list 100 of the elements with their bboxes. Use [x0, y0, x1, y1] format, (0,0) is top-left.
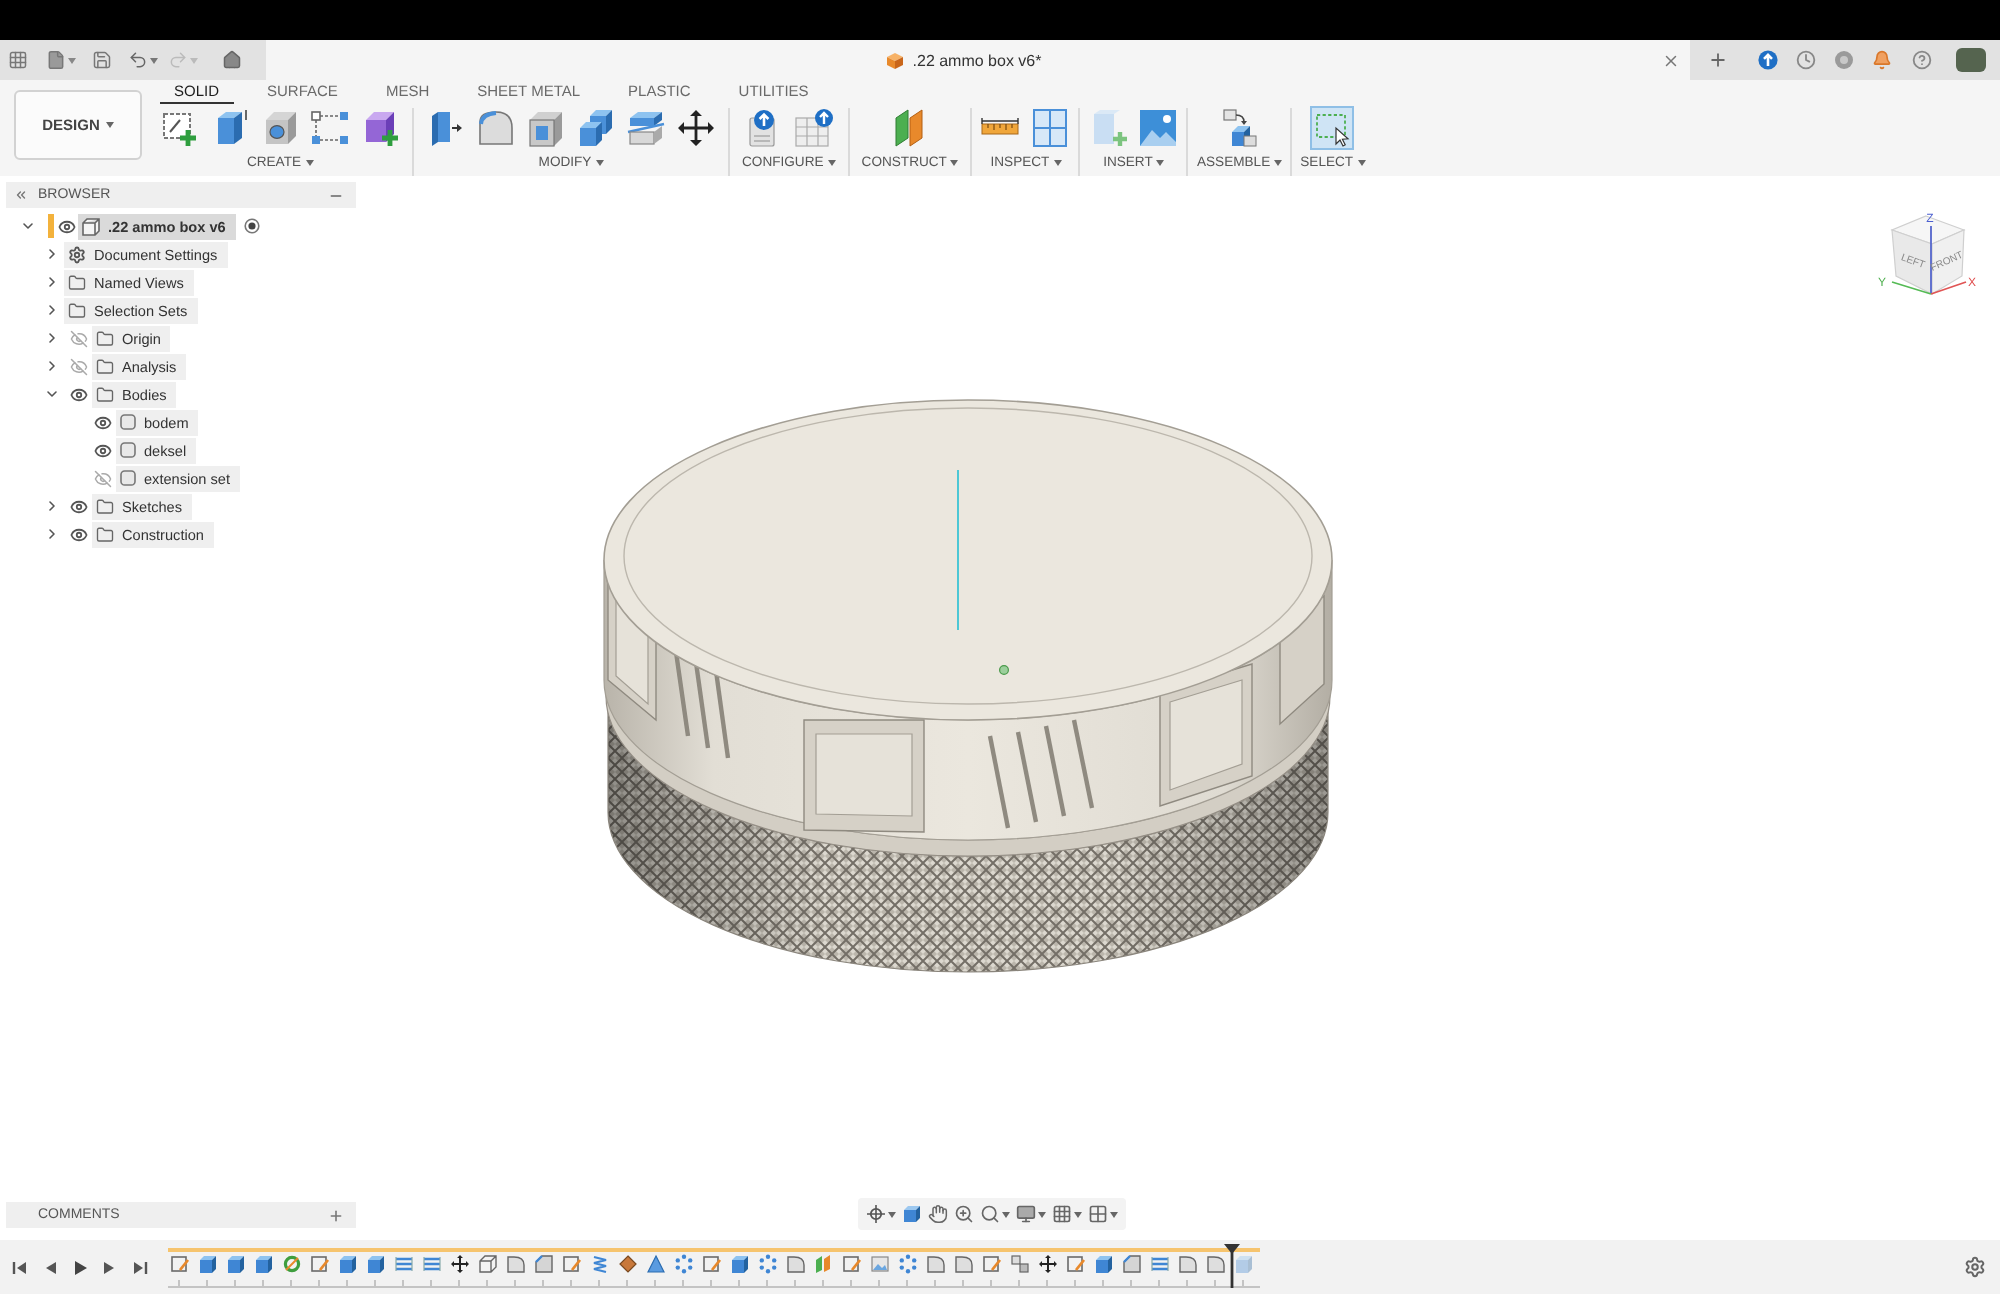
playhead[interactable] [1224, 1244, 1241, 1288]
cube-hole-icon[interactable] [260, 108, 300, 148]
caret-icon[interactable] [305, 160, 314, 166]
hollow-box-icon[interactable] [526, 108, 566, 148]
eye-icon[interactable] [93, 413, 111, 431]
stacked-lines-icon[interactable] [422, 1254, 442, 1274]
caret-icon[interactable] [1053, 160, 1062, 166]
caret-icon[interactable] [1110, 1211, 1118, 1217]
coil-icon[interactable] [590, 1254, 610, 1274]
chevron-right-icon[interactable] [44, 274, 60, 290]
sketch-icon[interactable] [562, 1254, 582, 1274]
caret-icon[interactable] [1002, 1211, 1010, 1217]
chamfer-shape-icon[interactable] [1122, 1254, 1142, 1274]
caret-icon[interactable] [68, 57, 76, 63]
triangle-icon[interactable] [646, 1254, 666, 1274]
cube-icon[interactable] [1094, 1254, 1114, 1274]
caret-icon[interactable] [150, 57, 158, 63]
rounded-shape-icon[interactable] [786, 1254, 806, 1274]
home-icon[interactable] [222, 50, 242, 70]
rounded-shape-icon[interactable] [506, 1254, 526, 1274]
grid-icon[interactable] [8, 50, 28, 70]
chevron-right-icon[interactable] [44, 526, 60, 542]
step-back-icon[interactable] [42, 1259, 58, 1275]
stacked-lines-icon[interactable] [1150, 1254, 1170, 1274]
outline-cube-icon[interactable] [478, 1254, 498, 1274]
eye-icon[interactable] [57, 217, 75, 235]
sketch-icon[interactable] [310, 1254, 330, 1274]
sketch-icon[interactable] [982, 1254, 1002, 1274]
skip-start-icon[interactable] [12, 1259, 28, 1275]
caret-icon[interactable] [1074, 1211, 1082, 1217]
hand-icon[interactable] [928, 1204, 948, 1224]
section-grid-icon[interactable] [1030, 108, 1071, 148]
move-icon[interactable] [676, 108, 716, 148]
chevron-down-icon[interactable] [44, 386, 60, 402]
help-icon[interactable] [1912, 50, 1932, 70]
move-icon[interactable] [450, 1254, 470, 1274]
paint-icon[interactable] [618, 1254, 638, 1274]
cube-icon[interactable] [366, 1254, 386, 1274]
avatar-placeholder[interactable] [1956, 48, 1986, 72]
cube-icon[interactable] [254, 1254, 274, 1274]
rounded-block-icon[interactable] [476, 108, 516, 148]
dotted-circle-icon[interactable] [898, 1254, 918, 1274]
undo-icon[interactable] [128, 50, 148, 70]
plus-icon[interactable] [328, 1207, 344, 1223]
radio-icon[interactable] [243, 218, 260, 234]
caret-icon[interactable] [1156, 160, 1165, 166]
caret-icon[interactable] [1038, 1211, 1046, 1217]
ring-icon[interactable] [282, 1254, 302, 1274]
eye-icon[interactable] [69, 525, 87, 543]
timeline-track[interactable] [168, 1248, 1260, 1288]
table-badge-icon[interactable] [793, 108, 834, 148]
sketch-icon[interactable] [842, 1254, 862, 1274]
orbit-icon[interactable] [866, 1204, 886, 1224]
layers-icon[interactable] [626, 108, 666, 148]
stacked-cubes-icon[interactable] [576, 108, 616, 148]
panes-icon[interactable] [1088, 1204, 1108, 1224]
cube-view-icon[interactable] [902, 1204, 922, 1224]
move-icon[interactable] [1038, 1254, 1058, 1274]
linked-boxes-icon[interactable] [1010, 1254, 1030, 1274]
image-icon[interactable] [1138, 108, 1179, 148]
panel-arrow-icon[interactable] [426, 108, 466, 148]
nodes-icon[interactable] [310, 108, 350, 148]
eye-icon[interactable] [69, 497, 87, 515]
monitor-icon[interactable] [1016, 1204, 1036, 1224]
stacked-lines-icon[interactable] [394, 1254, 414, 1274]
chevron-right-icon[interactable] [44, 330, 60, 346]
chevron-right-icon[interactable] [44, 358, 60, 374]
step-forward-icon[interactable] [102, 1259, 118, 1275]
sketch-icon[interactable] [1066, 1254, 1086, 1274]
chamfer-shape-icon[interactable] [534, 1254, 554, 1274]
caret-icon[interactable] [595, 160, 604, 166]
zoom-icon[interactable] [980, 1204, 1000, 1224]
caret-icon[interactable] [105, 122, 114, 128]
cube-plus-icon[interactable] [360, 108, 400, 148]
upload-badge-icon[interactable] [1758, 50, 1778, 70]
chevron-right-icon[interactable] [44, 246, 60, 262]
cube-icon[interactable] [338, 1254, 358, 1274]
skip-end-icon[interactable] [132, 1259, 148, 1275]
caret-icon[interactable] [888, 1211, 896, 1217]
sketch-plus-icon[interactable] [160, 108, 200, 148]
joint-icon[interactable] [1219, 108, 1260, 148]
dotted-circle-icon[interactable] [674, 1254, 694, 1274]
caret-icon[interactable] [950, 160, 959, 166]
plus-icon[interactable] [1708, 50, 1728, 70]
sketch-icon[interactable] [702, 1254, 722, 1274]
document-tab[interactable]: .22 ammo box v6* [886, 51, 1042, 69]
collapse-icon[interactable] [14, 188, 28, 202]
file-icon[interactable] [46, 50, 66, 70]
chevron-right-icon[interactable] [44, 498, 60, 514]
eye-icon[interactable] [69, 385, 87, 403]
eye-icon[interactable] [93, 441, 111, 459]
chevron-right-icon[interactable] [44, 302, 60, 318]
play-icon[interactable] [72, 1259, 88, 1275]
chevron-down-icon[interactable] [20, 218, 36, 234]
grid-icon[interactable] [1052, 1204, 1072, 1224]
dotted-circle-icon[interactable] [758, 1254, 778, 1274]
cube-icon[interactable] [226, 1254, 246, 1274]
clock-icon[interactable] [1796, 50, 1816, 70]
save-icon[interactable] [92, 50, 112, 70]
sketch-icon[interactable] [170, 1254, 190, 1274]
